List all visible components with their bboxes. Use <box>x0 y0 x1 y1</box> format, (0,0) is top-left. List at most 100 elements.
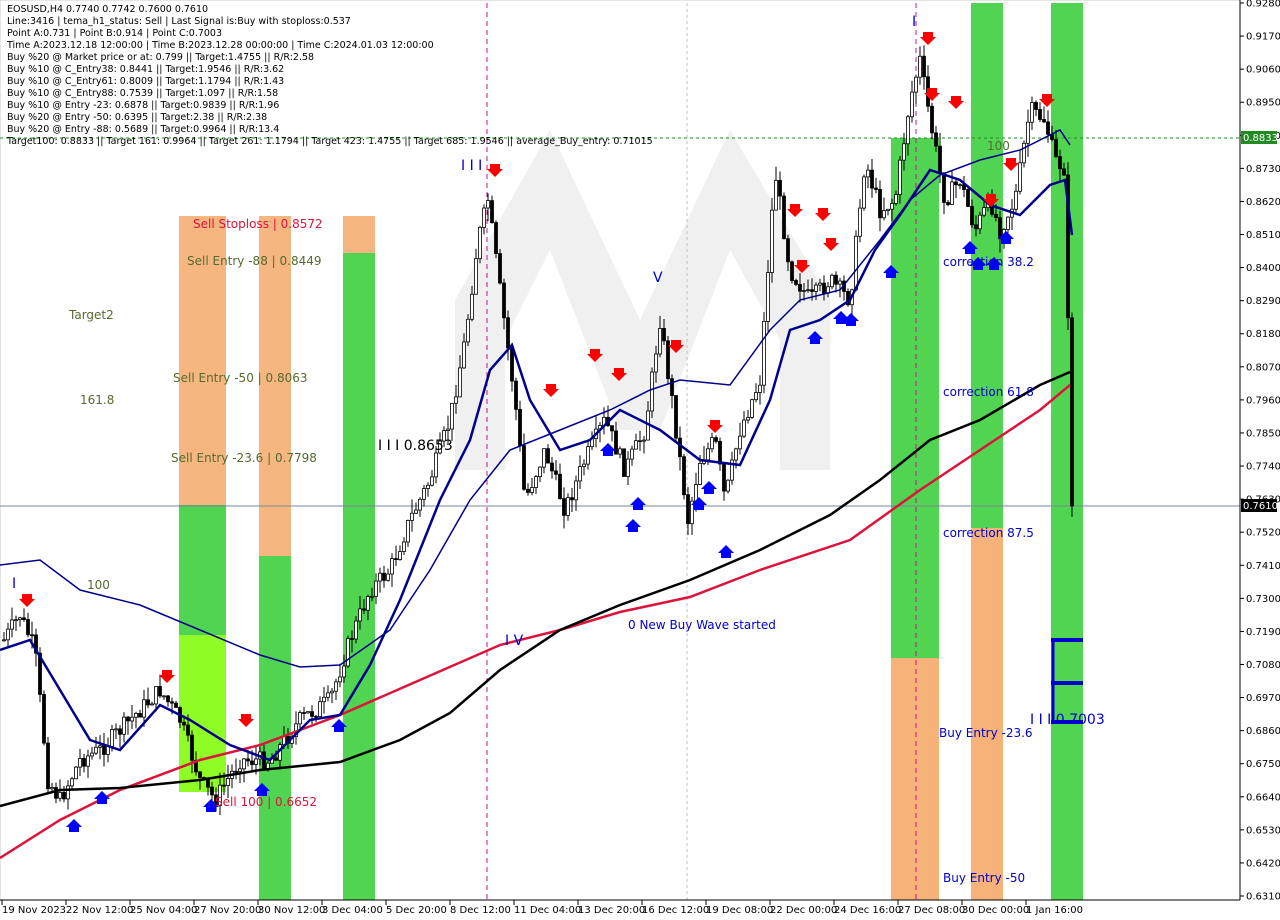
candle-body <box>30 634 34 637</box>
y-tick-label: 0.9060 <box>1246 65 1280 76</box>
sell-zone-green-1b <box>179 635 226 792</box>
wave-v-label: V <box>653 270 663 286</box>
y-tick-label: 0.6420 <box>1246 858 1280 869</box>
candle-body <box>378 572 382 582</box>
price-chart[interactable]: Sell Stoploss | 0.8572 Sell Entry -88 | … <box>0 0 1280 920</box>
candle-body <box>914 76 918 93</box>
candle-body <box>718 440 722 465</box>
candle-body <box>358 608 362 622</box>
x-tick-label: 27 Dec 08:00 <box>898 905 965 916</box>
candle-body <box>530 487 534 493</box>
candle-body <box>458 367 462 398</box>
candle-body <box>954 181 958 186</box>
candle-body <box>1070 317 1074 507</box>
candle-body <box>806 289 810 292</box>
x-tick-label: 5 Dec 20:00 <box>386 905 447 916</box>
candle-body <box>754 392 758 401</box>
y-tick-label: 0.7520 <box>1246 528 1280 539</box>
candle-body <box>470 293 474 320</box>
candle-body <box>630 448 634 460</box>
candle-body <box>342 665 346 678</box>
candle-body <box>2 639 6 642</box>
candle-body <box>662 328 666 342</box>
candle-body <box>1046 121 1050 135</box>
candle-body <box>910 91 914 118</box>
sell-zone-green-1a <box>179 505 226 635</box>
current-price-value: 0.7610 <box>1243 501 1278 512</box>
candle-body <box>650 371 654 412</box>
fib-100-right-label: 100 <box>987 139 1010 153</box>
candle-body <box>750 399 754 418</box>
candle-body <box>554 470 558 475</box>
candle-body <box>810 289 814 292</box>
candle-body <box>410 512 414 521</box>
candle-body <box>158 686 162 697</box>
y-tick-label: 0.6860 <box>1246 726 1280 737</box>
candle-body <box>1006 216 1010 230</box>
candle-body <box>338 676 342 683</box>
candle-body <box>782 195 786 240</box>
candle-body <box>314 715 318 718</box>
y-tick-label: 0.6750 <box>1246 759 1280 770</box>
candle-body <box>142 699 146 718</box>
candle-body <box>666 340 670 380</box>
candle-body <box>370 595 374 598</box>
y-tick-label: 0.9280 <box>1246 0 1280 10</box>
candle-body <box>1042 119 1046 123</box>
y-tick-label: 0.6640 <box>1246 792 1280 803</box>
candle-body <box>102 745 106 755</box>
candle-body <box>478 227 482 260</box>
y-tick-label: 0.7960 <box>1246 395 1280 406</box>
candle-body <box>118 728 122 735</box>
candle-body <box>326 692 330 698</box>
x-tick-label: 19 Nov 2023 <box>2 905 66 916</box>
candle-body <box>250 760 254 765</box>
candle-body <box>894 194 898 204</box>
y-tick-label: 0.8730 <box>1246 164 1280 175</box>
candle-body <box>234 770 238 773</box>
candle-body <box>226 778 230 786</box>
candle-body <box>434 452 438 478</box>
candle-body <box>862 176 866 209</box>
candle-body <box>878 189 882 219</box>
candle-body <box>1014 190 1018 210</box>
y-tick-label: 0.6530 <box>1246 825 1280 836</box>
info-line: Point A:0.731 | Point B:0.914 | Point C:… <box>7 28 222 39</box>
candle-body <box>486 200 490 209</box>
candle-body <box>978 214 982 230</box>
candle-body <box>418 498 422 511</box>
candle-body <box>482 207 486 228</box>
candle-body <box>50 787 54 790</box>
candle-body <box>542 448 546 468</box>
candle-body <box>390 558 394 575</box>
candle-body <box>430 476 434 486</box>
candle-body <box>634 440 638 450</box>
target2-label: Target2 <box>68 308 114 322</box>
candle-body <box>942 172 946 203</box>
x-tick-label: 25 Nov 04:00 <box>130 905 197 916</box>
candle-body <box>578 466 582 482</box>
candle-body <box>998 217 1002 240</box>
x-tick-label: 8 Dec 12:00 <box>450 905 511 916</box>
candle-body <box>414 509 418 514</box>
fib-100-left-label: 100 <box>87 578 110 592</box>
candle-body <box>562 498 566 516</box>
candle-body <box>902 143 906 161</box>
candle-body <box>66 785 70 800</box>
chart-root: Sell Stoploss | 0.8572 Sell Entry -88 | … <box>0 0 1280 920</box>
candle-body <box>770 209 774 273</box>
candle-body <box>462 341 466 369</box>
candle-body <box>490 200 494 224</box>
x-tick-label: 27 Nov 20:00 <box>194 905 261 916</box>
sell-entry-88-label: Sell Entry -88 | 0.8449 <box>187 254 321 268</box>
candle-body <box>274 757 278 761</box>
candle-body <box>382 572 386 581</box>
fib-161-label: 161.8 <box>80 393 114 407</box>
y-tick-label: 0.6310 <box>1246 892 1280 903</box>
candle-body <box>222 784 226 787</box>
candle-body <box>386 573 390 581</box>
candle-body <box>946 202 950 205</box>
time-axis: 19 Nov 2023 22 Nov 12:0025 Nov 04:0027 No… <box>0 899 1240 916</box>
candle-body <box>726 479 730 492</box>
sell-entry-23-label: Sell Entry -23.6 | 0.7798 <box>171 451 317 465</box>
